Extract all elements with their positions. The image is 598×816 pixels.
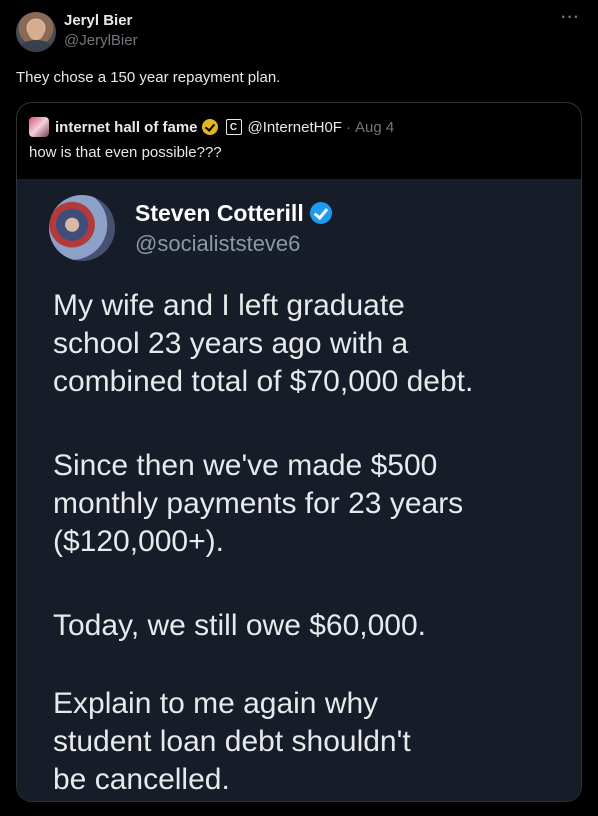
quoted-author-handle[interactable]: @InternetH0F — [248, 119, 342, 136]
quoted-tweet-header: internet hall of fame C @InternetH0F · A… — [29, 117, 394, 137]
verified-badge-icon — [309, 202, 332, 224]
author-avatar[interactable] — [16, 12, 56, 52]
quoted-author-name[interactable]: internet hall of fame — [55, 119, 198, 136]
author-handle[interactable]: @JerylBier — [64, 32, 138, 50]
screenshot-display-name: Steven Cotterill — [135, 199, 332, 227]
screenshot-handle: @socialiststeve6 — [135, 231, 301, 256]
screenshot-line: My wife and I left graduate — [53, 289, 405, 322]
affiliate-badge-icon: C — [225, 119, 242, 135]
screenshot-paragraph-2: Since then we've made $500 monthly payme… — [53, 447, 573, 561]
more-options-icon[interactable]: ··· — [561, 10, 580, 26]
screenshot-line: monthly payments for 23 years — [53, 487, 464, 520]
screenshot-line: student loan debt shouldn't — [53, 725, 411, 758]
quoted-author-avatar[interactable] — [29, 117, 49, 137]
quoted-separator: · — [345, 118, 351, 136]
quoted-author-handle-text: @InternetH0F — [247, 118, 342, 136]
screenshot-avatar — [49, 195, 115, 261]
avatar-shirt — [20, 40, 52, 52]
screenshot-line: Today, we still owe $60,000. — [53, 609, 426, 642]
screenshot-line: Explain to me again why — [53, 687, 379, 720]
tweet: Jeryl Bier @JerylBier ··· They chose a 1… — [0, 0, 598, 816]
screenshot-line: be cancelled. — [53, 763, 230, 796]
quoted-tweet[interactable]: internet hall of fame C @InternetH0F · A… — [16, 102, 582, 802]
screenshot-paragraph-1: My wife and I left graduate school 23 ye… — [53, 287, 573, 401]
screenshot-paragraph-4: Explain to me again why student loan deb… — [53, 685, 573, 799]
tweet-text: They chose a 150 year repayment plan. — [16, 69, 281, 86]
screenshot-paragraph-3: Today, we still owe $60,000. — [53, 607, 573, 645]
quoted-date[interactable]: Aug 4 — [355, 119, 394, 136]
screenshot-line: Since then we've made $500 — [53, 449, 438, 482]
quoted-media-image[interactable]: Steven Cotterill @socialiststeve6 My wif… — [17, 179, 581, 801]
screenshot-display-name-text: Steven Cotterill — [135, 200, 304, 226]
screenshot-line: school 23 years ago with a — [53, 327, 409, 360]
screenshot-line: combined total of $70,000 debt. — [53, 365, 474, 398]
screenshot-line: ($120,000+). — [53, 525, 224, 558]
avatar-face — [28, 20, 44, 40]
verified-organization-icon — [201, 119, 218, 135]
author-display-name[interactable]: Jeryl Bier — [64, 12, 132, 30]
quoted-tweet-text: how is that even possible??? — [29, 144, 222, 161]
